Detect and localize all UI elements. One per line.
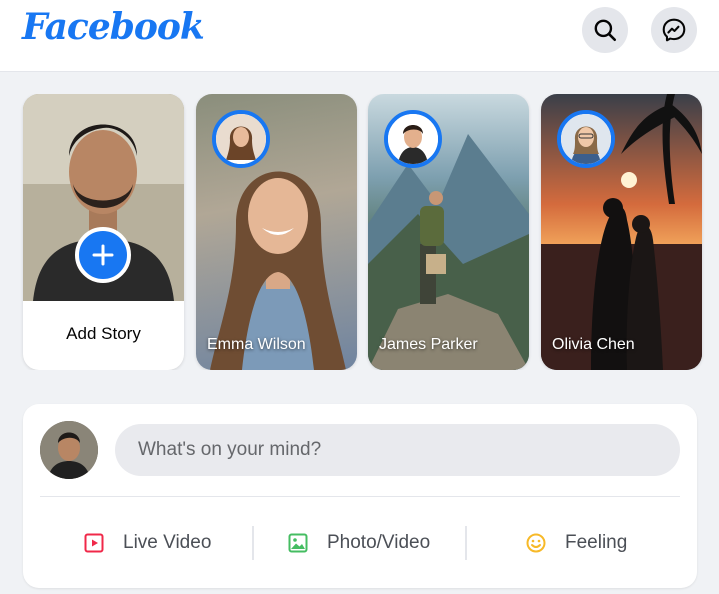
composer-divider (40, 496, 680, 497)
stories-row: Add Story Emma Wilson James Parker Olivi… (0, 94, 719, 370)
story-avatar (212, 110, 270, 168)
feeling-button[interactable]: Feeling (525, 522, 627, 564)
live-video-button[interactable]: Live Video (83, 522, 211, 564)
plus-icon (92, 244, 114, 266)
story-author-name: Olivia Chen (552, 336, 635, 353)
story-card[interactable]: Emma Wilson (196, 94, 357, 370)
live-video-label: Live Video (123, 532, 212, 553)
story-card[interactable]: James Parker (368, 94, 529, 370)
story-card[interactable]: Olivia Chen (541, 94, 702, 370)
photo-icon (288, 533, 308, 553)
facebook-logo[interactable]: Facebook (22, 6, 205, 48)
smile-icon (526, 533, 546, 553)
search-icon (594, 19, 617, 42)
story-author-name: Emma Wilson (207, 336, 306, 353)
feed-page: Facebook Add Story Emma Wilson James Par… (0, 0, 719, 594)
add-story-button[interactable] (75, 227, 131, 283)
photo-video-label: Photo/Video (327, 532, 431, 553)
search-button[interactable] (582, 7, 628, 53)
photo-video-button[interactable]: Photo/Video (287, 522, 430, 564)
avatar[interactable] (40, 421, 98, 479)
story-avatar (384, 110, 442, 168)
action-divider (465, 526, 467, 560)
story-author-name: James Parker (379, 336, 478, 353)
feeling-label: Feeling (565, 532, 628, 553)
status-input[interactable] (115, 424, 680, 476)
live-video-icon (84, 533, 104, 553)
action-divider (252, 526, 254, 560)
add-story-label: Add Story (66, 324, 141, 343)
messenger-icon (662, 18, 686, 42)
top-header: Facebook (0, 0, 719, 72)
create-story-card[interactable]: Add Story (23, 94, 184, 370)
messenger-button[interactable] (651, 7, 697, 53)
post-composer: Live Video Photo/Video Feeling (23, 404, 697, 588)
story-avatar (557, 110, 615, 168)
